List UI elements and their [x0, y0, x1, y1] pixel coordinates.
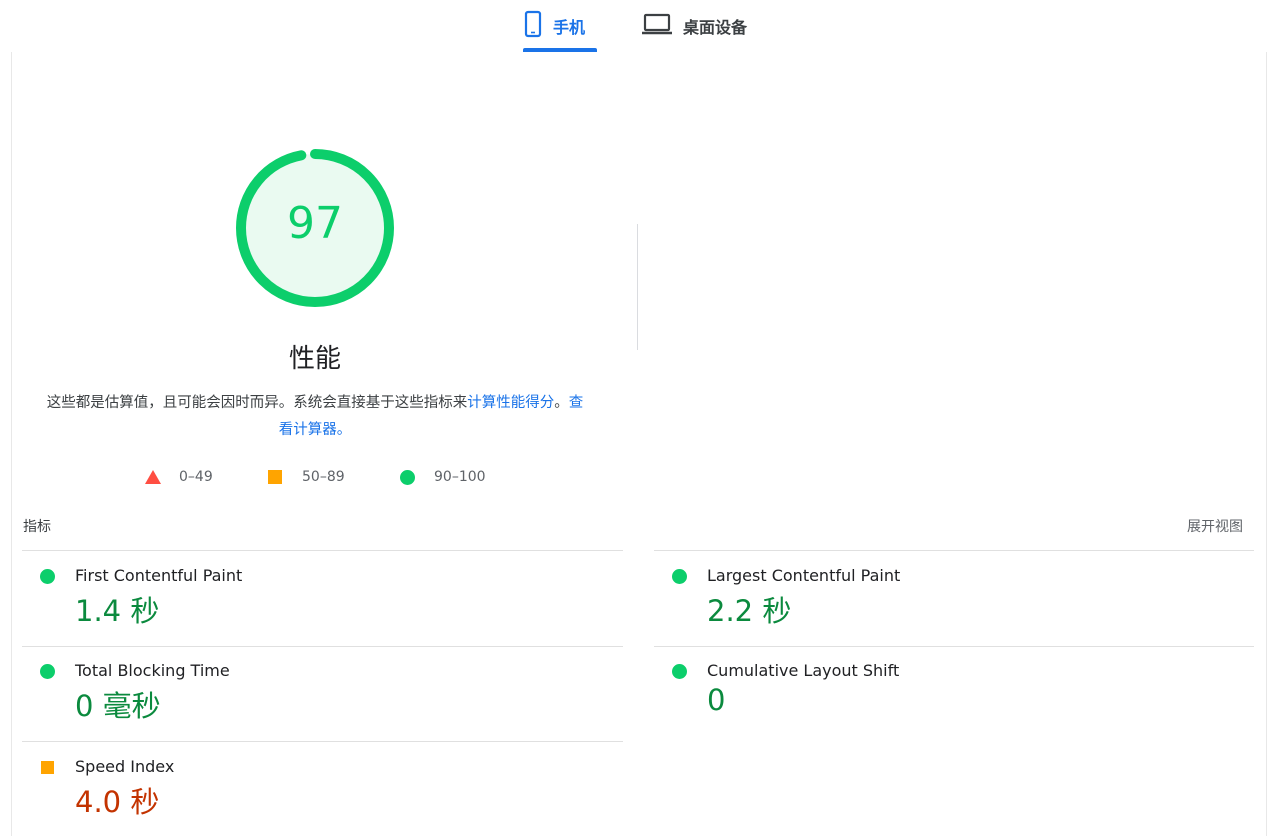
metric-name: First Contentful Paint — [75, 566, 243, 585]
metric-largest-contentful-paint: Largest Contentful Paint 2.2 秒 — [672, 566, 1232, 636]
legend-pass-label: 90–100 — [434, 469, 486, 485]
tab-desktop[interactable]: 桌面设备 — [641, 0, 771, 52]
metric-value: 1.4 秒 — [75, 594, 160, 628]
divider — [654, 646, 1254, 647]
average-indicator-icon — [41, 761, 54, 774]
expand-view-toggle[interactable]: 展开视图 — [1187, 516, 1243, 536]
divider — [22, 550, 623, 551]
metric-value: 0 — [707, 683, 726, 717]
metric-total-blocking-time: Total Blocking Time 0 毫秒 — [40, 661, 600, 731]
device-tabs: 手机 桌面设备 — [0, 0, 1268, 52]
performance-title: 性能 — [288, 344, 341, 374]
legend-fail: 0–49 — [145, 466, 213, 488]
divider — [22, 646, 623, 647]
tab-mobile-label: 手机 — [553, 18, 586, 37]
legend-average: 50–89 — [268, 466, 345, 488]
performance-score: 97 — [287, 198, 343, 249]
metrics-heading: 指标 — [23, 519, 51, 535]
pass-indicator-icon — [672, 569, 687, 584]
metric-name: Speed Index — [75, 757, 175, 776]
square-icon — [268, 470, 282, 484]
smartphone-icon — [523, 9, 543, 43]
metric-name: Cumulative Layout Shift — [707, 661, 900, 680]
tab-desktop-label: 桌面设备 — [683, 18, 748, 37]
triangle-icon — [145, 470, 161, 484]
divider — [22, 741, 623, 742]
legend-pass: 90–100 — [400, 466, 486, 488]
calculate-score-link[interactable]: 计算性能得分 — [467, 395, 554, 411]
pass-indicator-icon — [40, 664, 55, 679]
pass-indicator-icon — [672, 664, 687, 679]
circle-icon — [400, 469, 415, 485]
metric-value: 2.2 秒 — [707, 594, 792, 628]
description-mid: 。 — [554, 395, 569, 411]
pass-indicator-icon — [40, 569, 55, 584]
metric-speed-index: Speed Index 4.0 秒 — [40, 757, 600, 827]
column-divider — [637, 224, 638, 350]
legend-fail-label: 0–49 — [179, 469, 213, 485]
description-text: 这些都是估算值，且可能会因时而异。系统会直接基于这些指标来 — [46, 395, 468, 411]
legend-average-label: 50–89 — [302, 469, 345, 485]
metric-name: Largest Contentful Paint — [707, 566, 901, 585]
laptop-icon — [641, 12, 673, 40]
metric-value: 4.0 秒 — [75, 785, 160, 819]
metric-name: Total Blocking Time — [75, 661, 230, 680]
score-description: 这些都是估算值，且可能会因时而异。系统会直接基于这些指标来计算性能得分。查看计算… — [40, 390, 590, 444]
divider — [654, 550, 1254, 551]
metric-first-contentful-paint: First Contentful Paint 1.4 秒 — [40, 566, 600, 636]
tab-mobile[interactable]: 手机 — [523, 0, 597, 52]
metric-cumulative-layout-shift: Cumulative Layout Shift 0 — [672, 661, 1232, 731]
metric-value: 0 毫秒 — [75, 689, 161, 723]
